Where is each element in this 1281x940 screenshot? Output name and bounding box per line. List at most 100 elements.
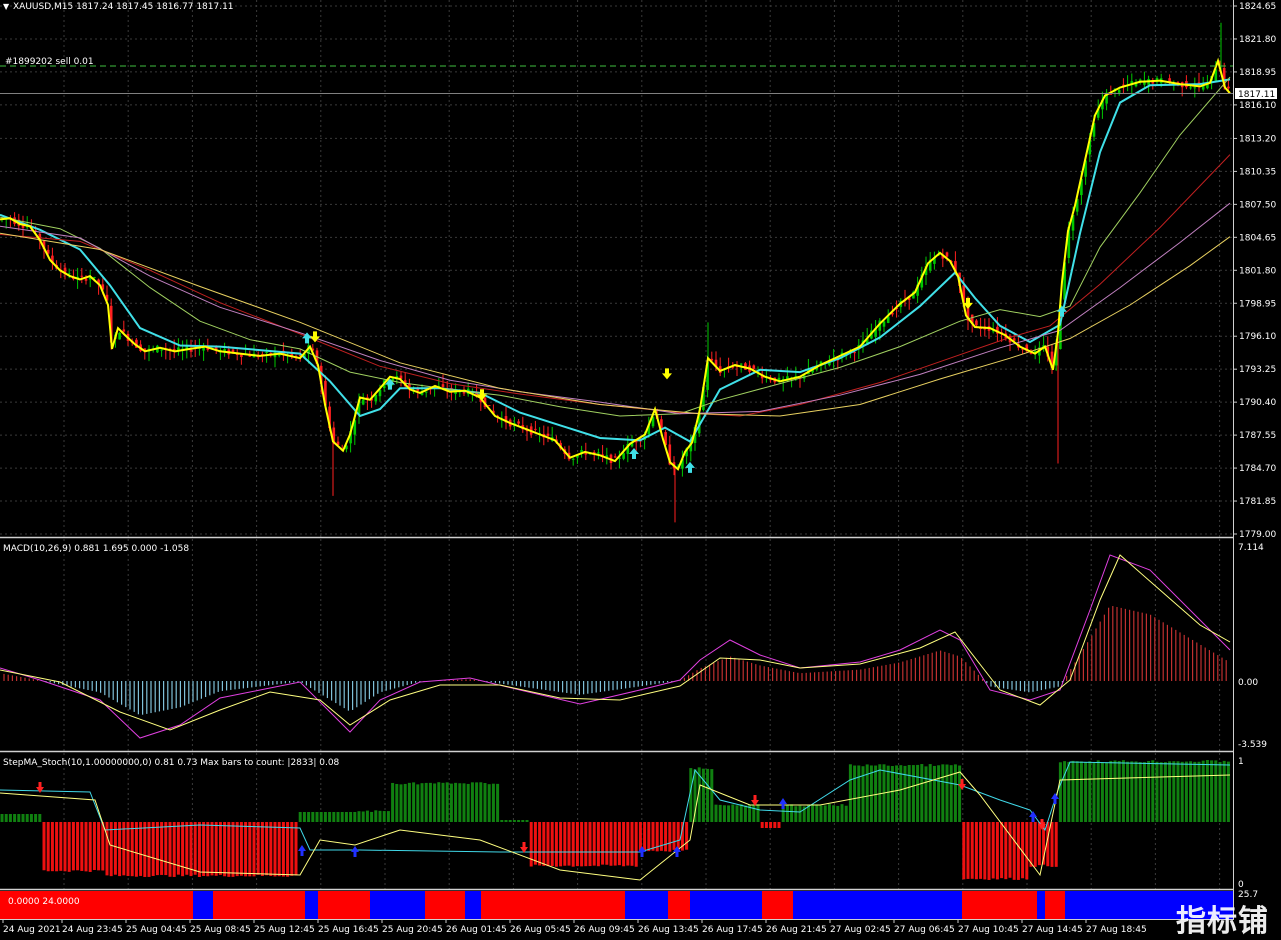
stoch-bar <box>1130 761 1134 822</box>
stoch-bar <box>668 822 672 852</box>
stoch-bar <box>1079 761 1083 822</box>
stoch-bar <box>164 822 168 876</box>
stoch-bar <box>1142 762 1146 822</box>
trading-chart[interactable]: ▼ XAUUSD,M15 1817.24 1817.45 1816.77 181… <box>0 0 1281 940</box>
stoch-bar <box>134 822 138 877</box>
time-label: 25 Aug 20:45 <box>382 925 443 935</box>
time-label: 27 Aug 10:45 <box>958 925 1019 935</box>
time-label: 26 Aug 01:45 <box>446 925 507 935</box>
stoch-bar <box>567 822 571 866</box>
stoch-bar <box>25 814 29 822</box>
stoch-bar <box>210 822 214 876</box>
stoch-bar <box>1138 762 1142 822</box>
price-tick-label: 1781.85 <box>1239 497 1276 507</box>
stoch-bar <box>979 822 983 879</box>
price-tick-label: 1807.50 <box>1239 200 1276 210</box>
stoch-bar <box>1000 822 1004 879</box>
price-tick-label: 1779.00 <box>1239 530 1276 540</box>
stoch-bar <box>1050 822 1054 867</box>
stoch-bar <box>638 822 642 851</box>
stoch-bar <box>382 811 386 822</box>
candle-body <box>739 363 743 365</box>
stoch-bar <box>118 822 122 877</box>
stoch-bar <box>811 804 815 822</box>
stoch-bar <box>937 765 941 822</box>
candle-body <box>882 321 886 327</box>
session-block <box>625 891 668 919</box>
stoch-bar <box>1117 760 1121 822</box>
time-label: 27 Aug 14:45 <box>1022 925 1083 935</box>
chart-header-icon[interactable]: ▼ <box>3 2 10 11</box>
stoch-bar <box>475 782 479 822</box>
candle-body <box>378 389 382 397</box>
stoch-bar <box>265 822 269 876</box>
stoch-bar <box>832 805 836 822</box>
stoch-bar <box>328 812 332 822</box>
stoch-bar <box>1033 822 1037 867</box>
stoch-bar <box>1205 760 1209 822</box>
stoch-bar <box>1109 760 1113 822</box>
session-block <box>1037 891 1045 919</box>
stoch-bar <box>647 822 651 852</box>
stoch-bar <box>504 820 508 822</box>
stoch-bar <box>277 822 281 877</box>
stoch-bar <box>437 782 441 822</box>
stoch-bar <box>424 782 428 822</box>
stoch-bar <box>991 822 995 879</box>
stoch-bar <box>1088 761 1092 822</box>
stoch-bar <box>256 822 260 875</box>
stoch-bar <box>756 804 760 822</box>
stoch-bar <box>928 764 932 822</box>
stoch-bar <box>38 814 42 822</box>
stoch-bar <box>924 766 928 822</box>
time-label: 25 Aug 16:45 <box>318 925 379 935</box>
stoch-bar <box>50 822 54 872</box>
stoch-bar <box>185 822 189 875</box>
stoch-bar <box>433 783 437 822</box>
stoch-bar <box>1126 761 1130 822</box>
stoch-bar <box>559 822 563 867</box>
session-block <box>690 891 762 919</box>
stoch-bar <box>34 814 38 822</box>
time-label: 25 Aug 08:45 <box>190 925 251 935</box>
candle-body <box>361 399 365 405</box>
stoch-bar <box>307 812 311 822</box>
stoch-bar <box>420 783 424 822</box>
time-label: 27 Aug 02:45 <box>830 925 891 935</box>
stoch-bar <box>176 822 180 875</box>
stoch-bar <box>596 822 600 867</box>
stoch-bar <box>59 822 63 871</box>
stoch-bar <box>67 822 71 872</box>
stoch-bar <box>357 811 361 822</box>
stoch-bar <box>458 783 462 822</box>
stoch-bar <box>1147 760 1151 822</box>
price-tick-label: 1818.95 <box>1239 68 1276 78</box>
stoch-bar <box>563 822 567 866</box>
stoch-bar <box>181 822 185 877</box>
candle-body <box>189 349 193 352</box>
stoch-bar <box>630 822 634 866</box>
stoch-bar <box>273 822 277 877</box>
stoch-bar <box>449 783 453 822</box>
stoch-bar <box>735 805 739 822</box>
stoch-bar <box>777 822 781 828</box>
stoch-bar <box>71 822 75 871</box>
stoch-bar <box>722 805 726 822</box>
stoch-bar <box>1029 822 1033 867</box>
candle-body <box>945 252 949 257</box>
stoch-bar <box>466 783 470 822</box>
stoch-bar <box>294 822 298 876</box>
stoch-bar <box>193 822 197 875</box>
candle-body <box>622 453 625 459</box>
price-tick-label: 1784.70 <box>1239 464 1276 474</box>
stoch-bar <box>941 764 945 822</box>
stoch-bar <box>1168 761 1172 822</box>
stoch-bar <box>403 783 407 822</box>
stoch-bar <box>995 822 999 880</box>
stoch-bar <box>916 764 920 822</box>
stoch-bar <box>1100 762 1104 822</box>
watermark: 指标铺 <box>1176 904 1269 939</box>
stoch-bar <box>147 822 151 877</box>
time-label: 26 Aug 09:45 <box>574 925 635 935</box>
stoch-bar <box>1155 761 1159 822</box>
